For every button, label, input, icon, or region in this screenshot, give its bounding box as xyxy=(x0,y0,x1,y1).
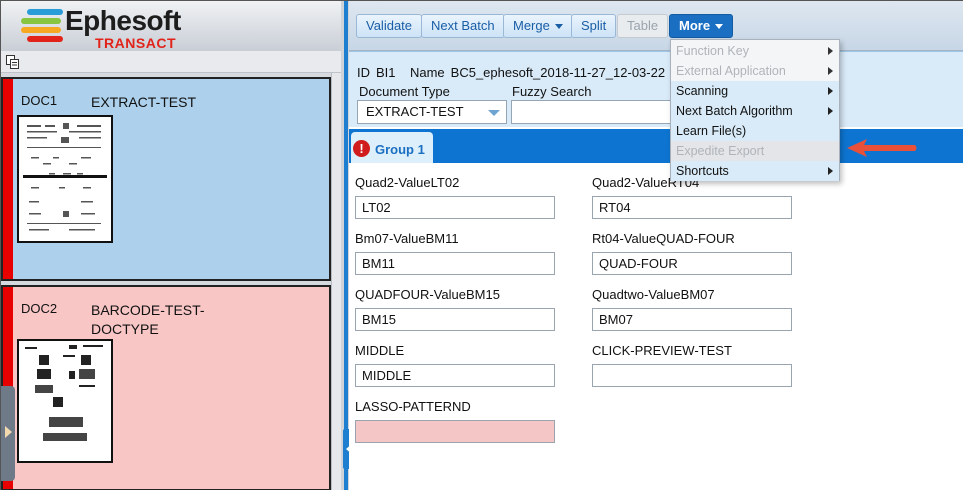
copy-icon[interactable] xyxy=(5,54,21,70)
menu-item-label: External Application xyxy=(676,64,786,78)
merge-button[interactable]: Merge xyxy=(503,14,573,38)
fuzzy-search-label: Fuzzy Search xyxy=(512,84,592,99)
document-thumbnail[interactable] xyxy=(17,115,113,243)
field-input[interactable]: LT02 xyxy=(355,196,555,219)
document-type: EXTRACT-TEST xyxy=(91,94,197,110)
chevron-right-icon xyxy=(828,107,833,115)
menu-item-label: Next Batch Algorithm xyxy=(676,104,793,118)
error-icon: ! xyxy=(353,140,370,157)
fuzzy-search-input[interactable] xyxy=(511,100,671,124)
table-button[interactable]: Table xyxy=(617,14,669,38)
document-panel: Ephesoft TRANSACT DOC1 EXTRACT-TEST DOC2… xyxy=(1,1,341,490)
batch-id-label: ID xyxy=(357,65,370,80)
tab-group-label: Group 1 xyxy=(375,142,425,157)
field-input[interactable]: MIDDLE xyxy=(355,364,555,387)
field-input[interactable] xyxy=(592,364,792,387)
menu-item-shortcuts[interactable]: Shortcuts xyxy=(671,161,839,181)
logo-wordmark: Ephesoft xyxy=(65,5,181,36)
chevron-right-icon xyxy=(828,167,833,175)
field-label: CLICK-PREVIEW-TEST xyxy=(592,343,732,358)
expand-panel-handle[interactable] xyxy=(1,386,15,481)
field-input[interactable]: BM15 xyxy=(355,308,555,331)
menu-item-next-batch-algorithm[interactable]: Next Batch Algorithm xyxy=(671,101,839,121)
document-list: DOC1 EXTRACT-TEST DOC2 BARCODE-TEST-DOCT… xyxy=(1,73,331,490)
document-item-doc2[interactable]: DOC2 BARCODE-TEST-DOCTYPE xyxy=(1,285,331,490)
document-toolbar xyxy=(1,51,341,73)
field-label: Rt04-ValueQUAD-FOUR xyxy=(592,231,735,246)
logo-product: TRANSACT xyxy=(95,35,176,51)
field-label: QUADFOUR-ValueBM15 xyxy=(355,287,500,302)
more-dropdown-menu: Function Key External Application Scanni… xyxy=(670,39,840,181)
batch-id-value: BI1 xyxy=(376,65,396,80)
batch-name-value: BC5_ephesoft_2018-11-27_12-03-22 xyxy=(450,65,666,80)
menu-item-function-key[interactable]: Function Key xyxy=(671,41,839,61)
field-label: Quadtwo-ValueBM07 xyxy=(592,287,715,302)
batch-info-header: ID BI1 Name BC5_ephesoft_2018-11-27_12-03-… xyxy=(349,51,963,127)
menu-item-external-application[interactable]: External Application xyxy=(671,61,839,81)
validate-button[interactable]: Validate xyxy=(356,14,423,38)
document-thumbnail[interactable] xyxy=(17,339,113,463)
chevron-down-icon xyxy=(715,24,724,30)
batch-name-label: Name xyxy=(409,65,445,80)
document-item-doc1[interactable]: DOC1 EXTRACT-TEST xyxy=(1,77,331,281)
field-input[interactable]: QUAD-FOUR xyxy=(592,252,792,275)
page-preview-icon xyxy=(23,123,107,231)
annotation-arrow-icon xyxy=(847,139,917,157)
field-label: Bm07-ValueBM11 xyxy=(355,231,459,246)
split-button[interactable]: Split xyxy=(571,14,617,38)
menu-item-learn-files[interactable]: Learn File(s) xyxy=(671,121,839,141)
field-input[interactable]: BM11 xyxy=(355,252,555,275)
menu-item-label: Expedite Export xyxy=(676,144,765,158)
page-preview-icon xyxy=(25,345,103,441)
error-indicator xyxy=(3,79,13,279)
menu-item-label: Function Key xyxy=(676,44,749,58)
more-button[interactable]: More xyxy=(669,14,734,38)
field-input[interactable]: RT04 xyxy=(592,196,792,219)
tab-group-1[interactable]: ! Group 1 xyxy=(351,132,433,163)
batch-id-name: ID BI1 Name BC5_ephesoft_2018-11-27_12-03-… xyxy=(357,65,665,80)
action-toolbar: Validate Next Batch Merge Split Table Mo… xyxy=(349,1,963,51)
field-label: Quad2-ValueLT02 xyxy=(355,175,460,190)
document-id: DOC1 xyxy=(21,93,58,108)
next-batch-button[interactable]: Next Batch xyxy=(421,14,505,38)
document-type-select[interactable]: EXTRACT-TEST xyxy=(357,100,507,124)
document-id: DOC2 xyxy=(21,301,58,316)
logo-bar: Ephesoft TRANSACT xyxy=(1,1,341,51)
chevron-down-icon xyxy=(488,110,500,116)
document-type: BARCODE-TEST-DOCTYPE xyxy=(91,302,205,337)
field-label: LASSO-PATTERND xyxy=(355,399,471,414)
validation-panel: Validate Next Batch Merge Split Table Mo… xyxy=(349,1,963,490)
ephesoft-logo-icon xyxy=(19,7,65,43)
chevron-right-icon xyxy=(828,47,833,55)
field-label: MIDDLE xyxy=(355,343,405,358)
document-list-scrollbar[interactable] xyxy=(331,73,341,490)
menu-item-label: Scanning xyxy=(676,84,729,98)
field-input[interactable]: BM07 xyxy=(592,308,792,331)
document-type-value: EXTRACT-TEST xyxy=(366,104,464,119)
field-form: Quad2-ValueLT02 LT02 Quad2-ValueRT04 RT0… xyxy=(349,163,963,490)
chevron-right-icon xyxy=(828,87,833,95)
menu-item-label: Shortcuts xyxy=(676,164,729,178)
app-window: Ephesoft TRANSACT DOC1 EXTRACT-TEST DOC2… xyxy=(0,0,963,490)
menu-item-expedite-export[interactable]: Expedite Export xyxy=(671,141,839,161)
merge-label: Merge xyxy=(513,18,550,33)
chevron-down-icon xyxy=(554,24,563,30)
panel-splitter-bar xyxy=(344,1,348,490)
field-input-invalid[interactable] xyxy=(355,420,555,443)
more-label: More xyxy=(679,18,711,33)
menu-item-scanning[interactable]: Scanning xyxy=(671,81,839,101)
document-type-label: Document Type xyxy=(359,84,450,99)
menu-item-label: Learn File(s) xyxy=(676,124,747,138)
chevron-right-icon xyxy=(828,67,833,75)
